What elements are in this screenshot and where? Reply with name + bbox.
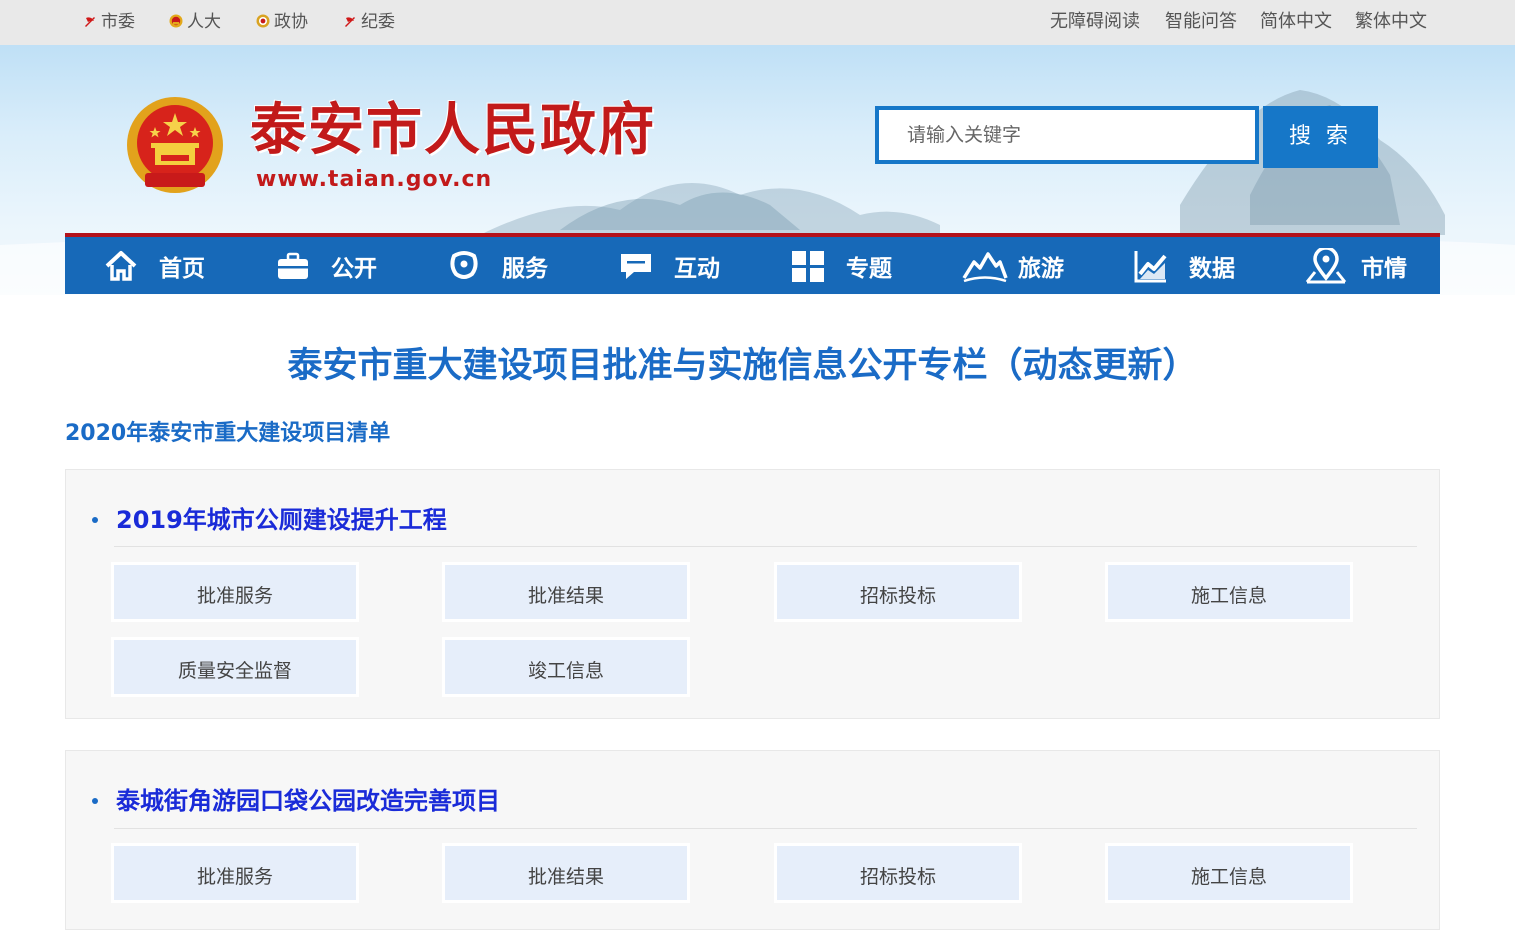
project-title[interactable]: 泰城街角游园口袋公园改造完善项目 bbox=[92, 786, 500, 816]
mountain-icon bbox=[962, 248, 1008, 284]
bullet-dot-icon bbox=[92, 517, 98, 523]
divider bbox=[114, 546, 1417, 547]
top-link-discipline[interactable]: 纪委 bbox=[343, 11, 395, 33]
nav-label: 互动 bbox=[674, 255, 720, 282]
smart-qa-link[interactable]: 智能问答 bbox=[1165, 11, 1237, 33]
project-panel: 泰城街角游园口袋公园改造完善项目 批准服务 批准结果 招标投标 施工信息 bbox=[65, 750, 1440, 930]
nav-item-data[interactable]: 数据 bbox=[1133, 237, 1235, 294]
nav-label: 公开 bbox=[331, 255, 377, 282]
nav-item-tourism[interactable]: 旅游 bbox=[962, 237, 1064, 294]
nav-label: 首页 bbox=[159, 255, 205, 282]
bullet-dot-icon bbox=[92, 798, 98, 804]
accessible-reading-link[interactable]: 无障碍阅读 bbox=[1050, 11, 1140, 33]
traditional-chinese-link[interactable]: 繁体中文 bbox=[1355, 11, 1427, 33]
map-pin-icon bbox=[1305, 247, 1347, 284]
project-link[interactable]: 施工信息 bbox=[1105, 562, 1353, 622]
congress-emblem-icon bbox=[169, 14, 183, 28]
page-title: 泰安市重大建设项目批准与实施信息公开专栏（动态更新） bbox=[287, 346, 1198, 386]
project-link[interactable]: 批准服务 bbox=[111, 562, 359, 622]
project-link[interactable]: 批准结果 bbox=[442, 843, 690, 903]
top-link-label: 政协 bbox=[274, 12, 308, 32]
nav-item-service[interactable]: 服务 bbox=[446, 237, 548, 294]
national-emblem-logo bbox=[125, 95, 225, 199]
nav-label: 旅游 bbox=[1018, 255, 1064, 282]
project-title[interactable]: 2019年城市公厕建设提升工程 bbox=[92, 505, 447, 535]
grid-icon bbox=[790, 248, 826, 284]
project-link[interactable]: 批准结果 bbox=[442, 562, 690, 622]
top-link-label: 纪委 bbox=[361, 12, 395, 32]
nav-label: 服务 bbox=[502, 255, 548, 282]
search-input[interactable] bbox=[879, 110, 1255, 160]
nav-item-topics[interactable]: 专题 bbox=[790, 237, 892, 294]
nav-label: 数据 bbox=[1189, 255, 1235, 282]
top-link-label: 市委 bbox=[101, 12, 135, 32]
top-link-peoples-congress[interactable]: 人大 bbox=[169, 11, 221, 33]
project-link[interactable]: 施工信息 bbox=[1105, 843, 1353, 903]
top-bar: 市委 人大 政协 纪委 无障碍阅读 智能问答 简体中文 繁体中文 bbox=[0, 0, 1515, 45]
party-emblem-icon bbox=[343, 14, 357, 28]
project-link[interactable]: 批准服务 bbox=[111, 843, 359, 903]
party-emblem-icon bbox=[83, 14, 97, 28]
chart-icon bbox=[1133, 248, 1169, 284]
project-title-text: 2019年城市公厕建设提升工程 bbox=[116, 506, 447, 534]
top-link-cppcc[interactable]: 政协 bbox=[256, 11, 308, 33]
project-link[interactable]: 质量安全监督 bbox=[111, 637, 359, 697]
top-link-label: 人大 bbox=[187, 12, 221, 32]
home-icon bbox=[103, 248, 139, 284]
project-title-text: 泰城街角游园口袋公园改造完善项目 bbox=[116, 787, 500, 815]
cppcc-emblem-icon bbox=[256, 14, 270, 28]
project-link[interactable]: 招标投标 bbox=[774, 562, 1022, 622]
nav-label: 专题 bbox=[846, 255, 892, 282]
nav-label: 市情 bbox=[1361, 255, 1407, 282]
nav-item-home[interactable]: 首页 bbox=[103, 237, 205, 294]
divider bbox=[114, 828, 1417, 829]
nav-item-interaction[interactable]: 互动 bbox=[618, 237, 720, 294]
service-icon bbox=[446, 248, 482, 284]
project-panel: 2019年城市公厕建设提升工程 批准服务 批准结果 招标投标 施工信息 质量安全… bbox=[65, 469, 1440, 719]
list-title: 2020年泰安市重大建设项目清单 bbox=[65, 421, 391, 446]
site-title: 泰安市人民政府 bbox=[250, 98, 656, 163]
nav-item-city-info[interactable]: 市情 bbox=[1305, 237, 1407, 294]
main-nav: 首页 公开 服务 互动 专题 旅游 数据 市情 bbox=[65, 233, 1440, 294]
search-box bbox=[875, 106, 1259, 164]
briefcase-icon bbox=[275, 248, 311, 284]
project-link[interactable]: 竣工信息 bbox=[442, 637, 690, 697]
nav-item-open[interactable]: 公开 bbox=[275, 237, 377, 294]
chat-icon bbox=[618, 248, 654, 284]
search-button[interactable]: 搜 索 bbox=[1263, 106, 1378, 168]
project-link[interactable]: 招标投标 bbox=[774, 843, 1022, 903]
top-link-party-committee[interactable]: 市委 bbox=[83, 11, 135, 33]
site-url: www.taian.gov.cn bbox=[256, 167, 493, 192]
simplified-chinese-link[interactable]: 简体中文 bbox=[1260, 11, 1332, 33]
